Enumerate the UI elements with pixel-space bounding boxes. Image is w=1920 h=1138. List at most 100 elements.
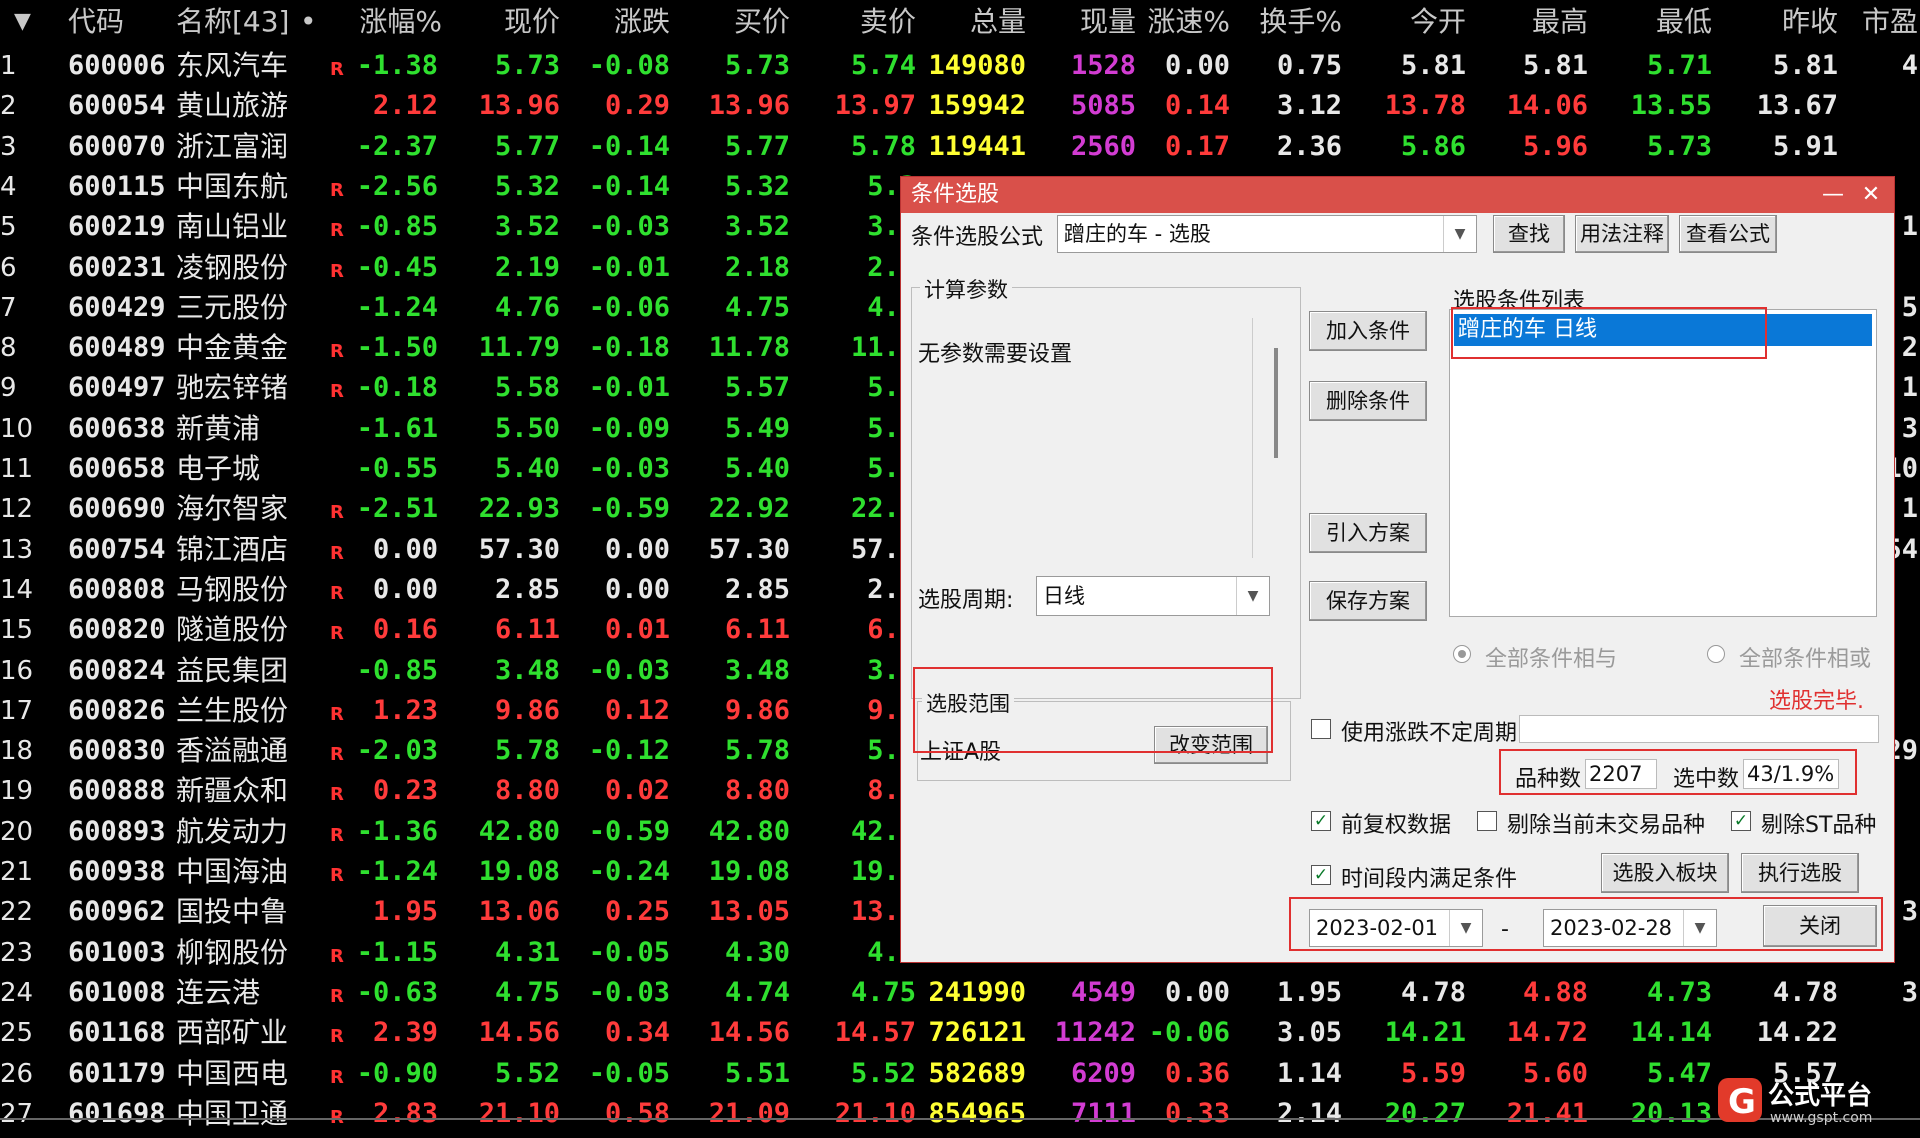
cell-turn: 2.14 [1276, 1097, 1342, 1129]
cell-ask: 5.52 [850, 1057, 916, 1089]
cell-low: 5.73 [1646, 130, 1712, 162]
formula-select[interactable]: 蹭庄的车 - 选股 ▼ [1057, 215, 1477, 253]
cell-idx: 15 [0, 615, 34, 646]
cell-pe [1838, 1013, 1918, 1053]
radio-all-and[interactable] [1453, 645, 1471, 663]
column-header[interactable]: 现量 [1026, 0, 1136, 44]
view-formula-button[interactable]: 查看公式 [1679, 215, 1777, 253]
cell-price: 2.85 [494, 573, 560, 605]
cell-diff: 0.58 [604, 1097, 670, 1129]
cell-idx: 18 [0, 736, 34, 767]
usage-button[interactable]: 用法注释 [1575, 215, 1669, 253]
column-header[interactable]: 代码 [68, 0, 130, 44]
cell-code: 601003 [68, 936, 166, 968]
cell-code: 600231 [68, 251, 166, 283]
column-header[interactable]: 最高 [1466, 0, 1588, 44]
cell-idx: 9 [0, 373, 17, 404]
cell-bid: 21.09 [708, 1097, 790, 1129]
column-header[interactable]: 总量 [916, 0, 1026, 44]
cell-ask: 4.7 [867, 291, 916, 323]
cell-name: 新疆众和 [176, 774, 289, 808]
cell-name: 新黄浦 [176, 411, 261, 445]
table-row[interactable]: 24 601008 连云港 R -0.63 4.75 -0.03 4.74 4.75 241990… [0, 973, 1920, 1013]
cell-code: 600830 [68, 735, 166, 767]
cell-code: 600638 [68, 412, 166, 444]
column-header[interactable]: 卖价 [790, 0, 916, 44]
cell-high: 14.06 [1506, 90, 1588, 122]
params-scrollbar[interactable] [1274, 348, 1278, 458]
dialog-title-bar[interactable]: 条件选股 — ✕ [901, 177, 1894, 213]
table-row[interactable]: 25 601168 西部矿业 R 2.39 14.56 0.34 14.56 14.57 7261… [0, 1013, 1920, 1053]
save-scheme-button[interactable]: 保存方案 [1309, 581, 1427, 621]
find-button[interactable]: 查找 [1493, 215, 1565, 253]
cell-bid: 4.30 [724, 936, 790, 968]
svg-text:www.gspt.com: www.gspt.com [1770, 1110, 1872, 1126]
cell-price: 4.76 [494, 291, 560, 323]
cell-diff: -0.03 [588, 453, 670, 484]
column-header[interactable]: 昨收 [1712, 0, 1838, 44]
cell-diff: -0.59 [588, 815, 670, 847]
cell-speed: 0.14 [1164, 90, 1230, 122]
cell-diff: -0.14 [588, 170, 670, 202]
uncertain-period-checkbox[interactable] [1311, 719, 1331, 739]
to-block-button[interactable]: 选股入板块 [1601, 853, 1729, 893]
cell-turn: 3.05 [1276, 1017, 1342, 1049]
cell-cur: 5085 [1070, 90, 1136, 122]
cell-ask: 2.1 [867, 251, 916, 283]
cell-chg: 2.39 [372, 1017, 438, 1049]
table-row[interactable]: 2 600054 黄山旅游 2.12 13.96 0.29 13.96 13.97 159942… [0, 86, 1920, 126]
minimize-icon[interactable]: — [1816, 177, 1850, 213]
add-condition-button[interactable]: 加入条件 [1309, 311, 1427, 351]
cell-diff: -0.05 [588, 1057, 670, 1089]
cell-name: 海尔智家 [176, 492, 289, 526]
table-row[interactable]: 3 600070 浙江富润 -2.37 5.77 -0.14 5.77 5.78 119441 2… [0, 127, 1920, 167]
column-header[interactable]: 名称[43] [176, 0, 296, 44]
exclude-st-checkbox[interactable]: ✓ [1731, 811, 1751, 831]
chevron-down-icon[interactable]: ▼ [1443, 216, 1476, 252]
cell-ask: 5.4 [867, 453, 916, 484]
cell-diff: -0.05 [588, 936, 670, 968]
cell-chg: -0.85 [356, 211, 438, 243]
close-icon[interactable]: ✕ [1854, 177, 1888, 213]
cell-open: 5.81 [1400, 50, 1466, 81]
delete-condition-button[interactable]: 删除条件 [1309, 381, 1427, 421]
table-row[interactable]: 27601698中国卫通R2.8321.100.5821.0921.108549… [0, 1094, 1920, 1134]
column-header[interactable]: 现价 [440, 0, 560, 44]
cell-chg: -1.38 [356, 50, 438, 81]
table-row[interactable]: 26 601179 中国西电 R -0.90 5.52 -0.05 5.51 5.52 58268… [0, 1054, 1920, 1094]
chevron-down-icon[interactable]: ▼ [1236, 577, 1269, 615]
column-header[interactable]: 涨跌 [560, 0, 670, 44]
column-header[interactable]: 买价 [670, 0, 790, 44]
column-header[interactable]: 最低 [1588, 0, 1712, 44]
column-header[interactable]: • [300, 0, 320, 44]
cell-chg: -2.51 [356, 493, 438, 525]
cell-diff: 0.25 [604, 896, 670, 928]
exclude-untraded-checkbox[interactable] [1477, 811, 1497, 831]
radio-all-or[interactable] [1707, 645, 1725, 663]
execute-button[interactable]: 执行选股 [1741, 853, 1859, 893]
cell-chg: -1.15 [356, 936, 438, 968]
table-row[interactable]: 1 600006 东风汽车 R -1.38 5.73 -0.08 5.73 5.74 149080… [0, 46, 1920, 86]
forward-adjust-checkbox[interactable]: ✓ [1311, 811, 1331, 831]
import-scheme-button[interactable]: 引入方案 [1309, 513, 1427, 553]
column-header[interactable]: 今开 [1342, 0, 1466, 44]
cell-price: 3.48 [494, 654, 560, 686]
cell-high: 4.88 [1522, 976, 1588, 1008]
column-header[interactable]: 市盈 [1862, 0, 1920, 44]
cell-bid: 2.18 [724, 251, 790, 283]
column-header[interactable]: 涨幅% [346, 0, 442, 44]
cell-price: 13.06 [478, 896, 560, 928]
time-range-checkbox[interactable]: ✓ [1311, 865, 1331, 885]
cell-price: 19.08 [478, 856, 560, 887]
uncertain-period-field[interactable] [1519, 715, 1879, 743]
cell-diff: 0.01 [604, 614, 670, 646]
cell-ask: 13.0 [850, 896, 916, 928]
cell-idx: 19 [0, 776, 34, 807]
sort-chevron-icon[interactable]: ▼ [14, 0, 38, 44]
cell-ask: 5.5 [867, 372, 916, 404]
column-header[interactable]: 涨速% [1136, 0, 1230, 44]
cell-diff: -0.03 [588, 976, 670, 1008]
column-header[interactable]: 换手% [1230, 0, 1342, 44]
cell-diff: 0.34 [604, 1017, 670, 1049]
period-select[interactable]: 日线 ▼ [1036, 576, 1270, 616]
